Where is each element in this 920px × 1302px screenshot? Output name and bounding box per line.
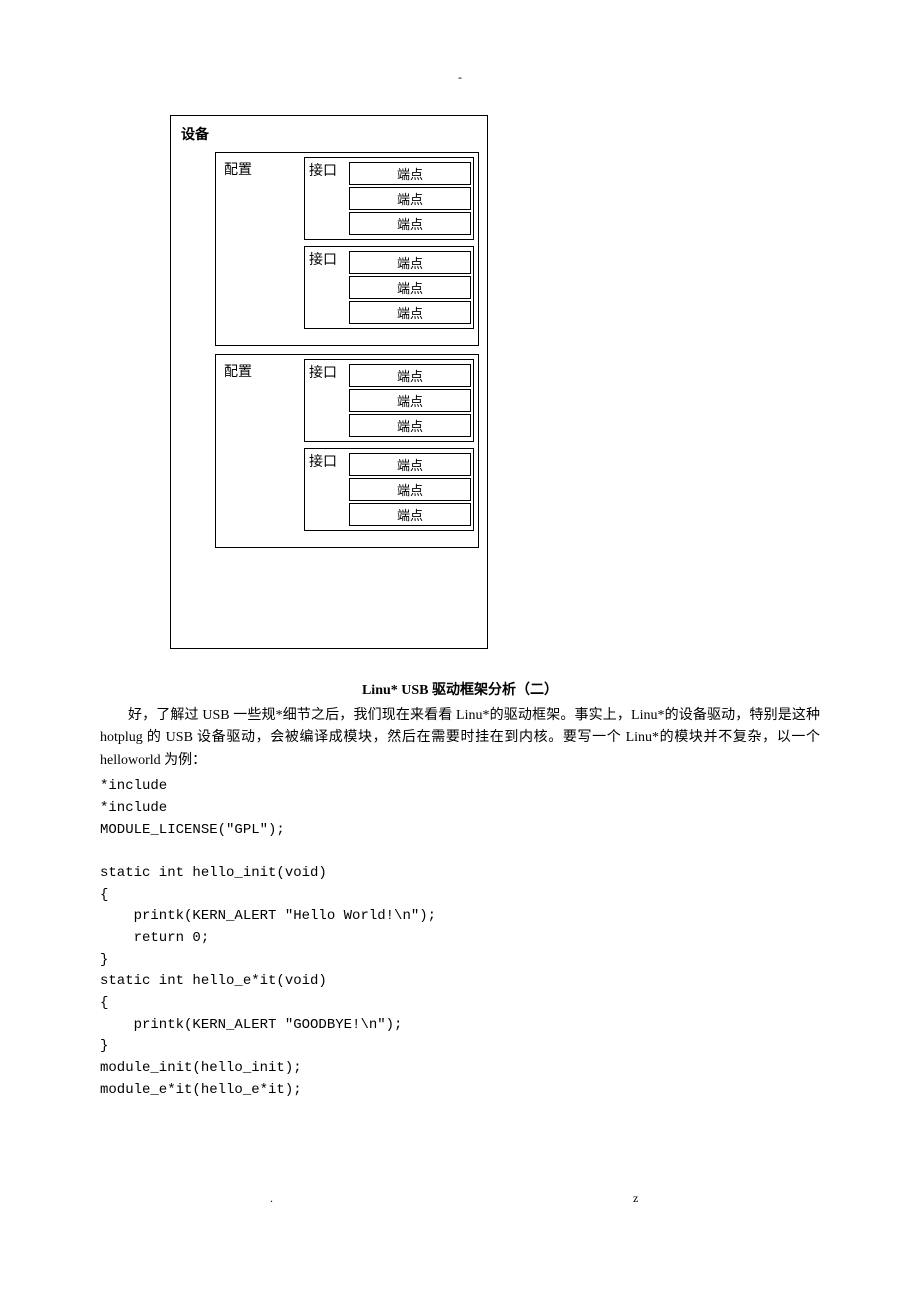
interfaces: 接口 端点 端点 端点 接口 端点 端点 端点 (304, 157, 474, 329)
endpoint: 端点 (349, 162, 471, 185)
header-dash: - (100, 70, 820, 85)
page-footer: . z (0, 1191, 920, 1206)
endpoint: 端点 (349, 212, 471, 235)
page: - 设备 配置 接口 端点 端点 端点 接口 端点 端点 (0, 0, 920, 1141)
interface-label: 接口 (307, 362, 349, 439)
endpoint: 端点 (349, 301, 471, 324)
interface-label: 接口 (307, 160, 349, 237)
config-block: 配置 接口 端点 端点 端点 接口 端点 端点 端点 (215, 152, 479, 346)
footer-z: z (633, 1191, 638, 1206)
endpoints: 端点 端点 端点 (349, 451, 471, 528)
endpoints: 端点 端点 端点 (349, 160, 471, 237)
footer-dot: . (270, 1191, 273, 1206)
interface-block: 接口 端点 端点 端点 (304, 448, 474, 531)
intro-paragraph: 好，了解过 USB 一些规*细节之后，我们现在来看看 Linu*的驱动框架。事实… (100, 705, 820, 772)
config-label: 配置 (218, 157, 304, 329)
endpoint: 端点 (349, 364, 471, 387)
endpoint: 端点 (349, 389, 471, 412)
interface-block: 接口 端点 端点 端点 (304, 246, 474, 329)
endpoint: 端点 (349, 187, 471, 210)
interfaces: 接口 端点 端点 端点 接口 端点 端点 端点 (304, 359, 474, 531)
interface-label: 接口 (307, 249, 349, 326)
endpoint: 端点 (349, 453, 471, 476)
section-title: Linu* USB 驱动框架分析（二） (100, 679, 820, 699)
code-block: *include *include MODULE_LICENSE("GPL");… (100, 776, 820, 1101)
endpoint: 端点 (349, 276, 471, 299)
interface-label: 接口 (307, 451, 349, 528)
interface-block: 接口 端点 端点 端点 (304, 359, 474, 442)
interface-block: 接口 端点 端点 端点 (304, 157, 474, 240)
usb-diagram: 设备 配置 接口 端点 端点 端点 接口 端点 端点 端点 (170, 115, 488, 649)
config-block: 配置 接口 端点 端点 端点 接口 端点 端点 端点 (215, 354, 479, 548)
endpoint: 端点 (349, 503, 471, 526)
config-label: 配置 (218, 359, 304, 531)
endpoint: 端点 (349, 251, 471, 274)
endpoints: 端点 端点 端点 (349, 362, 471, 439)
endpoint: 端点 (349, 414, 471, 437)
endpoints: 端点 端点 端点 (349, 249, 471, 326)
device-label: 设备 (181, 124, 479, 144)
endpoint: 端点 (349, 478, 471, 501)
